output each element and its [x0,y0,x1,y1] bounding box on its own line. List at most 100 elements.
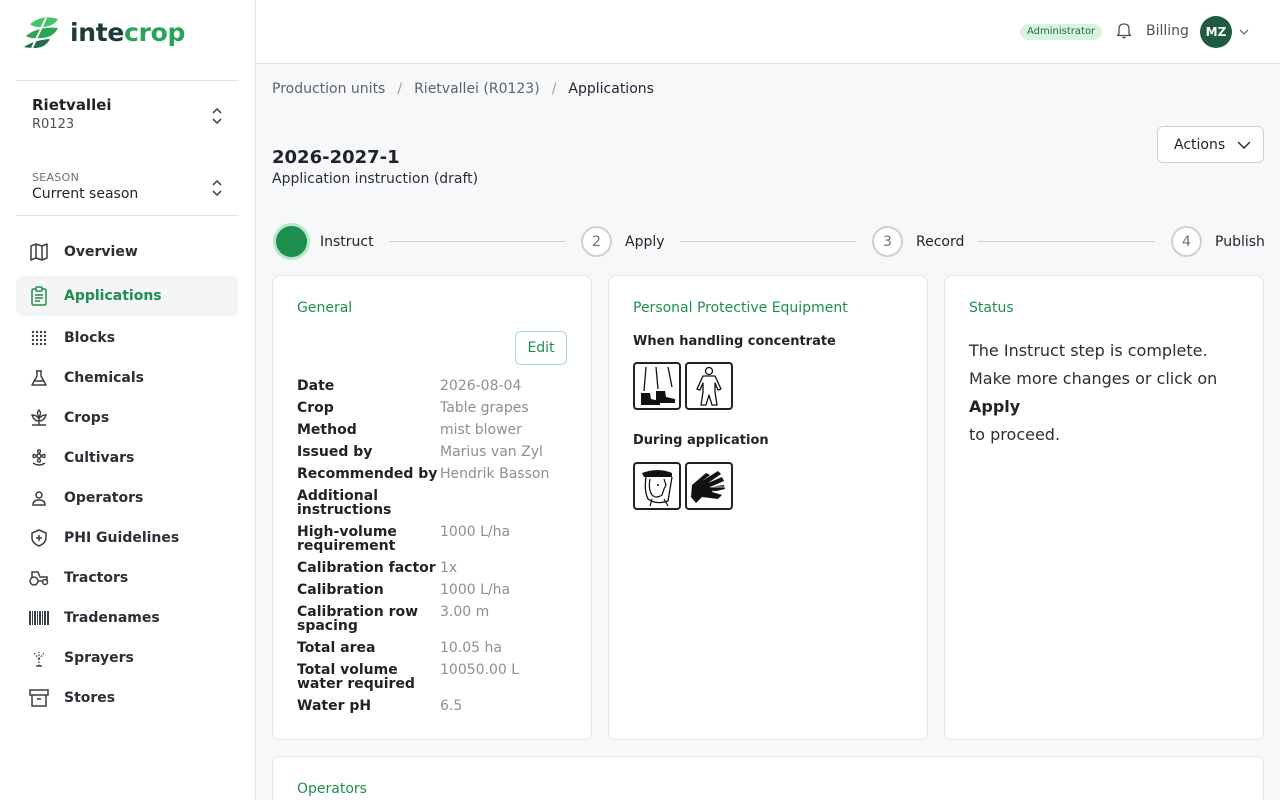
gloves-icon [685,462,733,510]
detail-value: 1000 L/ha [440,582,511,598]
detail-value: 1x [440,560,458,576]
sidebar-item-sprayers[interactable]: Sprayers [16,638,238,678]
step-connector [978,241,1155,242]
sidebar-item-operators[interactable]: Operators [16,478,238,518]
step-publish[interactable]: 4 Publish [1171,226,1265,257]
leaf-logo-icon [24,17,58,48]
sidebar-nav: Overview Applications Blocks Chemicals C… [16,232,238,718]
sidebar-item-phi-guidelines[interactable]: PHI Guidelines [16,518,238,558]
chevron-up-down-icon [212,179,222,197]
detail-value: 3.00 m [440,604,490,620]
detail-row: Additional instructions [297,489,577,525]
flask-icon [28,367,50,389]
detail-row: High-volume requirement 1000 L/ha [297,525,577,561]
sidebar-item-label: Overview [64,244,138,260]
ppe-concentrate-icons [633,362,737,410]
detail-value: 1000 L/ha [440,524,511,540]
step-connector [389,241,565,242]
sidebar-item-label: Stores [64,690,116,706]
boots-icon [633,362,681,410]
clipboard-icon [28,285,50,307]
detail-row: Calibration 1000 L/ha [297,583,577,605]
divider [16,215,238,216]
card-title: Status [969,300,1014,316]
actions-button[interactable]: Actions [1157,126,1264,163]
step-record[interactable]: 3 Record [872,226,964,257]
detail-label: Method [297,422,357,438]
overalls-icon [685,362,733,410]
detail-label: Water pH [297,698,372,714]
sidebar-item-cultivars[interactable]: Cultivars [16,438,238,478]
sidebar-item-tractors[interactable]: Tractors [16,558,238,598]
detail-row: Total volume water required 10050.00 L [297,663,577,699]
sidebar-item-label: PHI Guidelines [64,530,180,546]
operators-card: Operators [272,756,1264,800]
step-number: 4 [1171,226,1202,257]
season-value: Current season [32,186,139,202]
breadcrumb-separator: / [551,81,557,97]
card-title: General [297,300,353,316]
general-card: General Edit Date 2026-08-04 Crop Table gr… [272,275,592,740]
bell-icon[interactable] [1116,21,1132,39]
detail-label: Recommended by [297,466,438,482]
sidebar-item-label: Sprayers [64,650,134,666]
detail-row: Crop Table grapes [297,401,577,423]
sidebar-item-label: Cultivars [64,450,135,466]
detail-label: Calibration [297,582,384,598]
actions-label: Actions [1174,136,1226,153]
card-title: Personal Protective Equipment [633,300,848,316]
apply-link[interactable]: Apply [969,397,1020,416]
sidebar-item-crops[interactable]: Crops [16,398,238,438]
detail-row: Water pH 6.5 [297,699,577,721]
card-title: Operators [297,781,367,797]
detail-row: Calibration factor 1x [297,561,577,583]
step-apply[interactable]: 2 Apply [581,226,665,257]
sidebar-item-blocks[interactable]: Blocks [16,318,238,358]
sidebar-item-chemicals[interactable]: Chemicals [16,358,238,398]
breadcrumb-production-units[interactable]: Production units [272,81,385,97]
ppe-application-icons [633,462,737,510]
sprayer-icon [28,647,50,669]
detail-row: Issued by Marius van Zyl [297,445,577,467]
chevron-up-down-icon [212,107,222,125]
breadcrumb: Production units / Rietvallei (R0123) / … [272,81,654,97]
sidebar-item-stores[interactable]: Stores [16,678,238,718]
grid-dots-icon [28,327,50,349]
detail-row: Recommended by Hendrik Basson [297,467,577,489]
step-label: Record [916,233,965,250]
page-subtitle: Application instruction (draft) [272,171,479,187]
logo[interactable]: intecrop [24,16,185,48]
breadcrumb-separator: / [397,81,403,97]
shield-plus-icon [28,527,50,549]
breadcrumb-farm[interactable]: Rietvallei (R0123) [414,81,540,97]
season-label: SEASON [32,171,80,184]
detail-value: 10.05 ha [440,640,502,656]
tractor-icon [28,567,50,589]
edit-button[interactable]: Edit [515,331,567,365]
detail-row: Date 2026-08-04 [297,379,577,401]
avatar[interactable]: MZ [1200,16,1232,48]
farm-selector[interactable]: Rietvallei R0123 [32,96,224,132]
detail-label: Crop [297,400,334,416]
chevron-down-icon[interactable] [1239,28,1249,36]
step-label: Instruct [320,233,374,250]
step-number: 3 [872,226,903,257]
status-message: The Instruct step is complete. Make more… [969,337,1249,449]
billing-link[interactable]: Billing [1146,23,1189,39]
status-card: Status The Instruct step is complete. Ma… [944,275,1264,740]
face-shield-icon [633,462,681,510]
step-instruct[interactable]: 1 Instruct [276,226,374,257]
sidebar-item-tradenames[interactable]: Tradenames [16,598,238,638]
detail-value: 6.5 [440,698,463,714]
step-label: Apply [625,233,665,250]
step-number: 2 [581,226,612,257]
detail-label: Total area [297,640,376,656]
detail-row: Total area 10.05 ha [297,641,577,663]
detail-value: 2026-08-04 [440,378,522,394]
detail-label: Additional instructions [297,488,392,518]
sidebar-item-applications[interactable]: Applications [16,276,238,316]
detail-label: Calibration row spacing [297,604,419,634]
sidebar-item-overview[interactable]: Overview [16,232,238,272]
season-selector[interactable]: SEASON Current season [32,171,224,202]
top-bar: Administrator Billing MZ [256,0,1280,64]
